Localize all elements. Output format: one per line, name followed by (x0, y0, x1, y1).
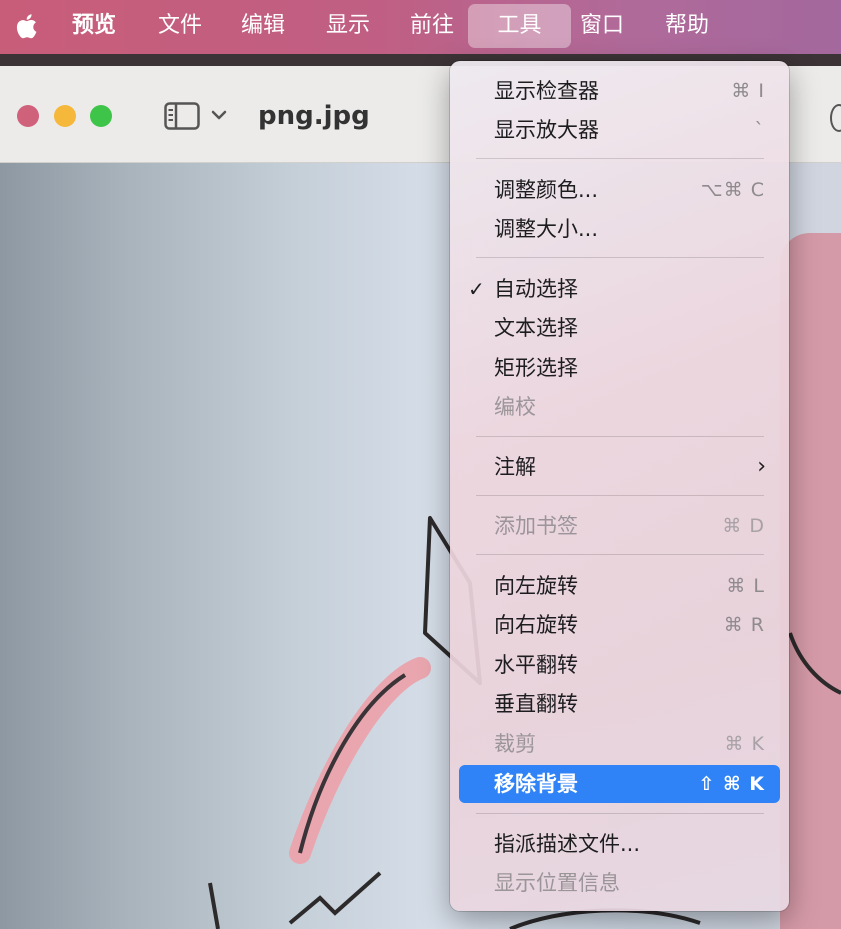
menu-window[interactable]: 窗口 (580, 10, 624, 46)
zoom-button[interactable] (90, 105, 112, 127)
menu-item-show-inspector[interactable]: 显示检查器 ⌘ I (459, 73, 780, 109)
menu-item-adjust-color[interactable]: 调整颜色... ⌥⌘ C (459, 172, 780, 208)
menu-item-rotate-right[interactable]: 向右旋转 ⌘ R (459, 607, 780, 643)
chevron-down-icon[interactable] (211, 108, 227, 122)
menu-item-flip-horizontal[interactable]: 水平翻转 (459, 647, 780, 683)
tools-menu: 显示检查器 ⌘ I 显示放大器 ` 调整颜色... ⌥⌘ C 调整大小... ✓… (450, 61, 789, 911)
menu-view[interactable]: 显示 (326, 10, 370, 46)
menu-help[interactable]: 帮助 (665, 10, 709, 46)
checkmark-icon: ✓ (468, 277, 485, 301)
chevron-right-icon: › (757, 454, 766, 479)
menu-bar: 预览 文件 编辑 显示 前往 工具 窗口 帮助 (0, 0, 841, 54)
menu-item-show-magnifier[interactable]: 显示放大器 ` (459, 112, 780, 148)
menu-separator (476, 436, 764, 437)
menu-tools[interactable]: 工具 (468, 4, 571, 48)
apple-logo-icon[interactable] (12, 11, 38, 41)
menu-item-show-location-info: 显示位置信息 (494, 871, 620, 895)
menu-item-remove-background[interactable]: 移除背景 ⇧ ⌘ K (459, 765, 780, 803)
menu-item-assign-profile[interactable]: 指派描述文件... (459, 826, 780, 862)
menu-item-text-select[interactable]: 文本选择 (459, 310, 780, 346)
menu-item-redact: 编校 (494, 395, 536, 419)
menu-separator (476, 813, 764, 814)
menu-item-auto-select[interactable]: ✓ 自动选择 (459, 271, 780, 307)
menu-go[interactable]: 前往 (410, 10, 454, 46)
menu-item-annotate[interactable]: 注解 › (459, 449, 780, 485)
toolbar-edge-icon[interactable] (830, 104, 841, 132)
menu-edit[interactable]: 编辑 (241, 10, 285, 46)
close-button[interactable] (17, 105, 39, 127)
menu-separator (476, 158, 764, 159)
menu-preview[interactable]: 预览 (72, 10, 116, 46)
menu-item-crop: 裁剪 ⌘ K (494, 732, 765, 756)
menu-separator (476, 495, 764, 496)
minimize-button[interactable] (54, 105, 76, 127)
menu-item-rotate-left[interactable]: 向左旋转 ⌘ L (459, 568, 780, 604)
menu-separator (476, 257, 764, 258)
menu-item-flip-vertical[interactable]: 垂直翻转 (459, 686, 780, 722)
menu-separator (476, 554, 764, 555)
menu-item-add-bookmark: 添加书签 ⌘ D (494, 514, 765, 538)
menu-item-adjust-size[interactable]: 调整大小... (459, 211, 780, 247)
menu-file[interactable]: 文件 (158, 10, 202, 46)
sidebar-toggle-icon[interactable] (164, 102, 200, 130)
document-title: png.jpg (258, 101, 370, 131)
menu-item-rect-select[interactable]: 矩形选择 (459, 350, 780, 386)
